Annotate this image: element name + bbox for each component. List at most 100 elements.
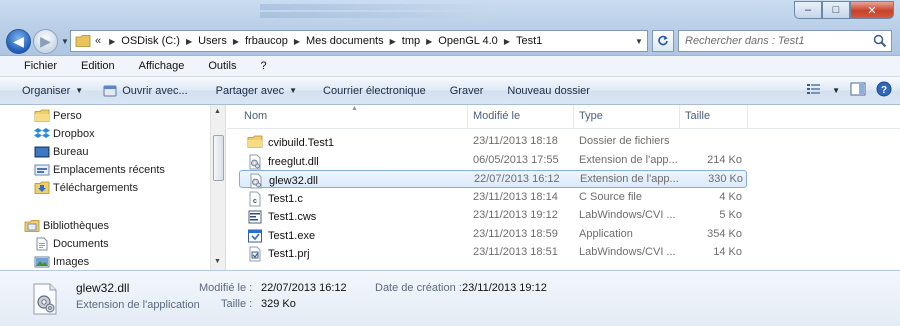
breadcrumb-item[interactable]: ▶ tmp bbox=[384, 35, 421, 47]
file-name-cell: Test1.prj bbox=[247, 246, 471, 262]
nav-item[interactable]: Bibliothèques bbox=[24, 217, 109, 235]
menu-item[interactable]: Edition bbox=[81, 60, 115, 72]
column-headers: ▲ Nom Modifié le Type Taille bbox=[227, 105, 900, 129]
view-options-button[interactable] bbox=[806, 82, 822, 99]
email-label: Courrier électronique bbox=[323, 84, 426, 97]
burn-button[interactable]: Graver bbox=[440, 85, 494, 97]
breadcrumb-item[interactable]: ▶ OSDisk (C:) bbox=[103, 35, 180, 47]
open-with-button[interactable]: Ouvrir avec... bbox=[93, 84, 197, 98]
breadcrumb-separator-icon[interactable]: ▶ bbox=[390, 37, 396, 46]
table-row[interactable]: Test1.exe 23/11/2013 18:59 Application 354 … bbox=[239, 226, 747, 244]
breadcrumb-item[interactable]: ▶ Mes documents bbox=[288, 35, 384, 47]
cws-icon bbox=[247, 209, 263, 225]
breadcrumb-item[interactable]: ▶ Test1 bbox=[498, 35, 542, 47]
title-bar: – □ ✕ ◀ ▶ ▼ « ▶ OSDisk (C:) ▶ Users ▶ frbauco… bbox=[0, 0, 900, 56]
column-divider[interactable] bbox=[747, 105, 748, 129]
file-name-cell: Test1.cws bbox=[247, 209, 471, 225]
prj-icon bbox=[247, 246, 263, 262]
file-type: Dossier de fichiers bbox=[579, 135, 670, 147]
column-divider[interactable] bbox=[467, 105, 468, 129]
breadcrumb: ▶ OSDisk (C:) ▶ Users ▶ frbaucop ▶ Mes document… bbox=[103, 35, 542, 47]
menu-item[interactable]: ? bbox=[260, 60, 266, 72]
minimize-button[interactable]: – bbox=[794, 1, 822, 19]
file-name: freeglut.dll bbox=[268, 155, 319, 168]
nav-item[interactable]: Images bbox=[34, 253, 89, 270]
scroll-up-arrow[interactable]: ▲ bbox=[214, 108, 221, 115]
menu-item[interactable]: Fichier bbox=[24, 60, 57, 72]
details-pane: glew32.dll Extension de l'application Mo… bbox=[0, 270, 900, 326]
email-button[interactable]: Courrier électronique bbox=[313, 85, 436, 97]
breadcrumb-item[interactable]: ▶ OpenGL 4.0 bbox=[420, 35, 498, 47]
file-type: C Source file bbox=[579, 190, 642, 203]
breadcrumb-separator-icon[interactable]: ▶ bbox=[294, 37, 300, 46]
file-date: 06/05/2013 17:55 bbox=[473, 153, 559, 166]
nav-item-label: Bibliothèques bbox=[43, 220, 110, 232]
search-input[interactable]: Rechercher dans : Test1 bbox=[678, 30, 892, 52]
address-bar[interactable]: « ▶ OSDisk (C:) ▶ Users ▶ frbaucop ▶ Mes docume… bbox=[70, 30, 648, 52]
nav-item[interactable]: Bureau bbox=[34, 143, 88, 161]
scroll-thumb[interactable] bbox=[213, 135, 224, 181]
column-header-size[interactable]: Taille bbox=[685, 110, 710, 122]
close-button[interactable]: ✕ bbox=[850, 1, 894, 19]
file-date: 23/11/2013 18:14 bbox=[473, 190, 558, 203]
organize-button[interactable]: Organiser ▼ bbox=[12, 85, 93, 97]
refresh-button[interactable] bbox=[652, 30, 674, 52]
nav-item[interactable]: Documents bbox=[34, 235, 109, 253]
open-with-icon bbox=[103, 85, 117, 96]
file-name: cvibuild.Test1 bbox=[268, 137, 335, 149]
documents-icon bbox=[34, 237, 50, 251]
nav-item-label: Bureau bbox=[53, 146, 89, 158]
breadcrumb-overflow[interactable]: « bbox=[95, 35, 101, 47]
help-icon: ? bbox=[876, 81, 892, 97]
new-folder-label: Nouveau dossier bbox=[507, 84, 590, 97]
column-divider[interactable] bbox=[679, 105, 680, 129]
menu-item[interactable]: Affichage bbox=[139, 60, 185, 72]
table-row[interactable]: c Test1.c 23/11/2013 18:14 C Source file 4 K… bbox=[239, 189, 747, 207]
table-row[interactable]: cvibuild.Test1 23/11/2013 18:18 Dossier de… bbox=[239, 133, 747, 151]
breadcrumb-separator-icon[interactable]: ▶ bbox=[233, 37, 239, 46]
breadcrumb-separator-icon[interactable]: ▶ bbox=[109, 37, 115, 46]
column-header-name[interactable]: Nom bbox=[244, 110, 267, 122]
help-button[interactable]: ? bbox=[876, 81, 892, 100]
breadcrumb-label: Test1 bbox=[515, 35, 543, 47]
nav-scrollbar[interactable]: ▲ ▼ bbox=[210, 105, 225, 270]
c-source-icon: c bbox=[247, 191, 263, 207]
back-button[interactable]: ◀ bbox=[6, 29, 31, 54]
forward-button[interactable]: ▶ bbox=[33, 29, 58, 54]
column-header-type[interactable]: Type bbox=[579, 110, 603, 122]
search-icon[interactable] bbox=[873, 34, 887, 48]
breadcrumb-item[interactable]: ▶ frbaucop bbox=[227, 35, 288, 47]
address-dropdown-button[interactable]: ▼ bbox=[631, 31, 647, 51]
breadcrumb-label: Mes documents bbox=[305, 35, 384, 47]
nav-item[interactable]: Emplacements récents bbox=[34, 161, 165, 179]
share-with-button[interactable]: Partager avec ▼ bbox=[206, 85, 307, 97]
menu-item[interactable]: Outils bbox=[208, 60, 236, 72]
details-modified-label: Modifié le : bbox=[199, 282, 253, 294]
breadcrumb-separator-icon[interactable]: ▶ bbox=[186, 37, 192, 46]
preview-pane-button[interactable] bbox=[850, 82, 866, 99]
table-row[interactable]: freeglut.dll 06/05/2013 17:55 Extension de… bbox=[239, 152, 747, 170]
file-list: ▲ Nom Modifié le Type Taille cvibuild.Te… bbox=[227, 105, 900, 270]
file-date: 23/11/2013 18:18 bbox=[473, 135, 558, 147]
details-view-icon bbox=[807, 84, 821, 94]
table-row[interactable]: glew32.dll 22/07/2013 16:12 Extension de l… bbox=[239, 170, 747, 189]
view-dropdown-button[interactable]: ▼ bbox=[832, 86, 840, 95]
file-size: 4 Ko bbox=[719, 190, 742, 203]
nav-item[interactable]: Dropbox bbox=[34, 125, 95, 143]
file-name-cell: c Test1.c bbox=[247, 191, 471, 207]
nav-item[interactable]: Téléchargements bbox=[34, 179, 138, 197]
nav-item[interactable]: Perso bbox=[34, 107, 82, 125]
maximize-button[interactable]: □ bbox=[822, 1, 850, 19]
table-row[interactable]: Test1.cws 23/11/2013 19:12 LabWindows/CVI … bbox=[239, 207, 747, 225]
nav-item-label: Perso bbox=[53, 110, 82, 122]
breadcrumb-separator-icon[interactable]: ▶ bbox=[426, 37, 432, 46]
navigation-buttons: ◀ ▶ ▼ bbox=[6, 29, 71, 54]
table-row[interactable]: Test1.prj 23/11/2013 18:51 LabWindows/CVI … bbox=[239, 244, 747, 262]
new-folder-button[interactable]: Nouveau dossier bbox=[497, 85, 600, 97]
column-divider[interactable] bbox=[573, 105, 574, 129]
scroll-down-arrow[interactable]: ▼ bbox=[214, 258, 221, 265]
breadcrumb-separator-icon[interactable]: ▶ bbox=[504, 37, 510, 46]
details-size-label: Taille : bbox=[221, 298, 253, 310]
breadcrumb-item[interactable]: ▶ Users bbox=[180, 35, 227, 47]
column-header-date[interactable]: Modifié le bbox=[473, 110, 520, 122]
